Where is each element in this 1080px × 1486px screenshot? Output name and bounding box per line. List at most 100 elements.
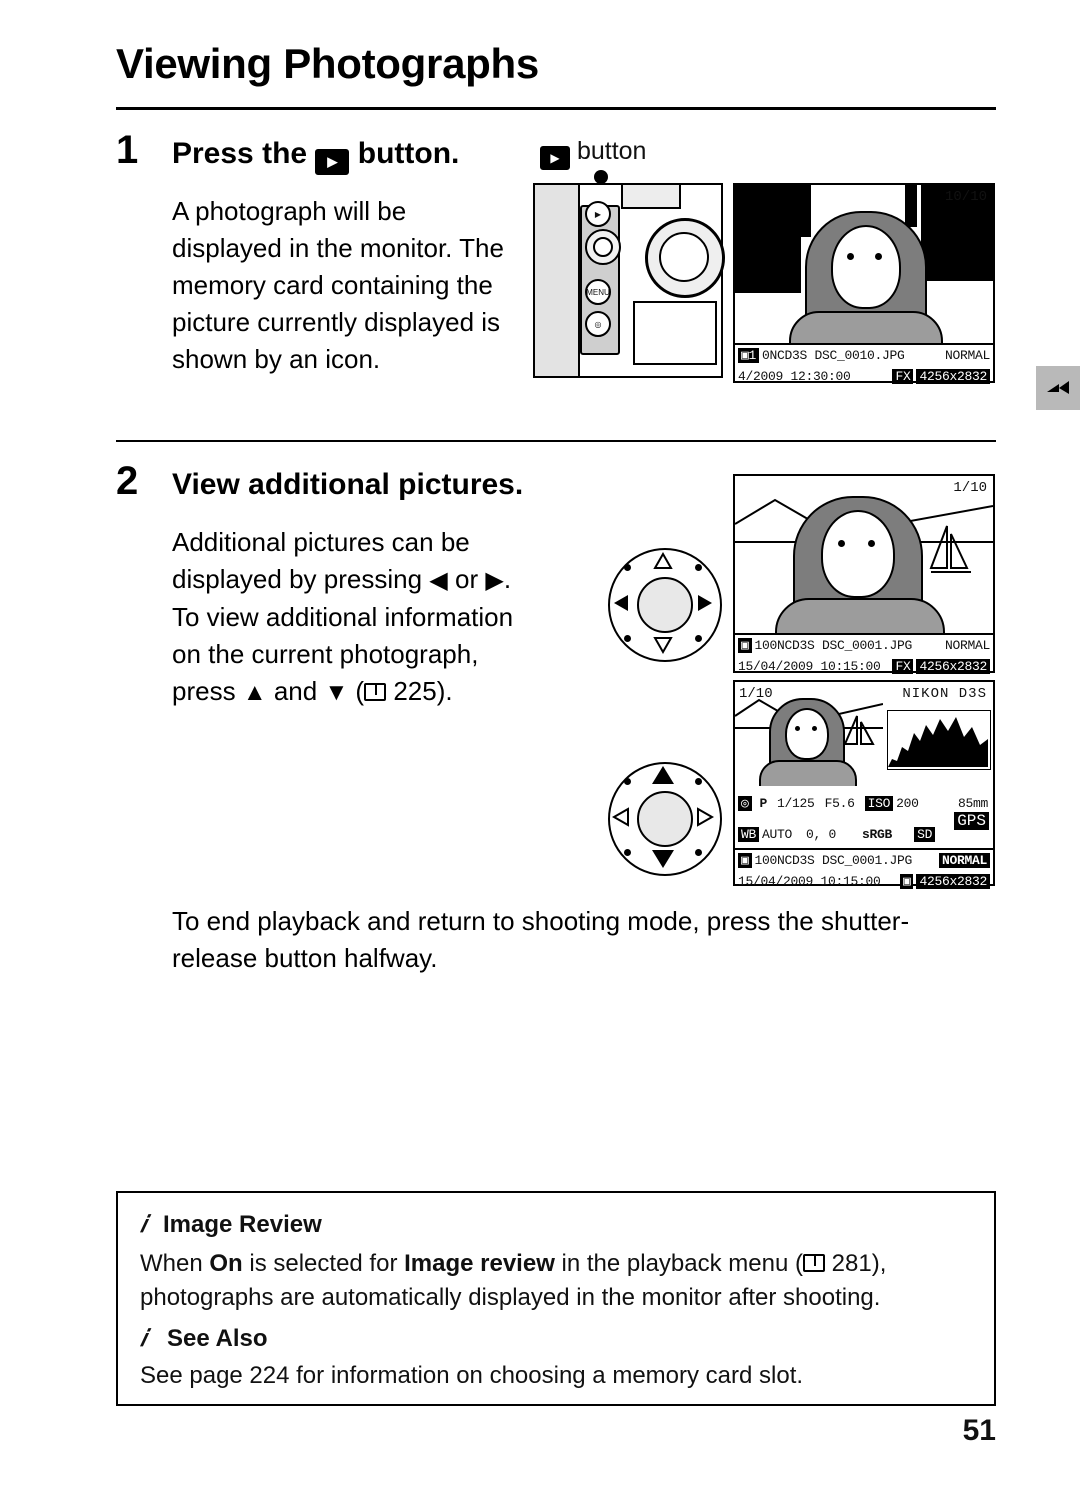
note-2-title: See Also: [167, 1325, 268, 1352]
monitor-2-info-bar: ▣ 100NCD3S DSC_0001.JPG NORMAL 15/04/200…: [735, 633, 993, 674]
step-1-body: A photograph will be displayed in the mo…: [172, 196, 504, 374]
step-1-number: 1: [116, 128, 139, 172]
monitor-3-aperture: F5.6: [824, 796, 855, 811]
monitor-1-frame-counter: 10/10: [944, 189, 987, 205]
monitor-3-image: 1/10 NIKON D3S ◎ P 1/125 F5.6 ISO 200 85…: [735, 682, 993, 848]
step-2-line2-end: .: [503, 564, 512, 594]
up-arrow-icon: ▲: [242, 679, 267, 706]
monitor-2-slot-icon: ▣: [738, 638, 752, 653]
note-1-body: When On is selected for Image review in …: [140, 1247, 972, 1315]
monitor-screenshot-3: 1/10 NIKON D3S ◎ P 1/125 F5.6 ISO 200 85…: [733, 680, 995, 889]
camera-playback-button-icon: ▶: [585, 201, 611, 227]
monitor-2-format-tag: FX: [892, 659, 914, 674]
playback-button-icon-callout: ▶: [540, 146, 570, 170]
camera-illustration: MENU ◎ ▶: [533, 183, 725, 378]
title-divider: [116, 107, 996, 110]
book-reference-icon: [364, 683, 387, 701]
monitor-2-frame-counter: 1/10: [953, 480, 987, 496]
monitor-3-file-info: 100NCD3S DSC_0001.JPG: [754, 853, 913, 868]
monitor-3-date: 15/04/2009 10:15:00: [738, 874, 881, 889]
monitor-1-file-info: 0NCD3S DSC_0010.JPG: [762, 348, 905, 363]
monitor-3-iso: 200: [896, 796, 919, 811]
monitor-3-shutter: 1/125: [777, 796, 815, 811]
monitor-1-slot-icon: ▣1: [738, 348, 760, 363]
step-2-body-line-3: To view additional information: [172, 602, 514, 632]
monitor-3-focal-length: 85mm: [957, 796, 988, 811]
step-1-divider: [116, 440, 996, 442]
page-title: Viewing Photographs: [116, 40, 539, 87]
monitor-3-meter-icon: ◎: [738, 796, 752, 811]
multi-selector-arrows-1: [614, 551, 712, 655]
note-1-text-a: When: [140, 1250, 210, 1277]
step-2-line2-text: displayed by pressing: [172, 564, 423, 594]
monitor-1-format-tag: FX: [892, 369, 914, 384]
monitor-2-size: 4256x2832: [916, 659, 990, 674]
step-1-heading-suffix: button.: [357, 137, 460, 170]
step-2-line5-and: and: [273, 676, 318, 706]
monitor-3-histogram: [887, 710, 991, 770]
monitor-1-info-bar: ▣1 0NCD3S DSC_0010.JPG NORMAL 4/2009 12:…: [735, 343, 993, 384]
monitor-3-quality: NORMAL: [938, 853, 990, 868]
manual-page: Viewing Photographs 1 Press the ▶ button…: [0, 0, 1080, 1486]
note-2-heading: 𝑖 See Also: [140, 1325, 972, 1353]
step-2-heading: View additional pictures.: [172, 468, 524, 501]
note-1-text-d: ),: [871, 1250, 887, 1277]
note-1-on: On: [209, 1250, 243, 1277]
note-1-title: Image Review: [163, 1211, 322, 1238]
monitor-3-frame-counter: 1/10: [739, 686, 773, 702]
step-2-line2-or: or: [454, 564, 479, 594]
camera-left-panel: [533, 183, 580, 378]
monitor-1-size: 4256x2832: [916, 369, 990, 384]
monitor-1-quality: NORMAL: [944, 348, 990, 363]
step-2-line5-text: press: [172, 676, 236, 706]
scene-portrait-1: [735, 185, 993, 343]
pencil-icon: 𝑖: [140, 1212, 147, 1238]
notes-box: 𝑖 Image Review When On is selected for I…: [116, 1191, 996, 1406]
step-1-heading: Press the ▶ button.: [172, 137, 459, 175]
monitor-screenshot-1: 10/10 ▣1 0NCD3S DSC_0010.JPG NORMAL 4/20…: [733, 183, 995, 384]
note-1-line-2: photographs are automatically displayed …: [140, 1284, 881, 1311]
step-2-body-line-2: displayed by pressing ◀ or ▶.: [172, 561, 592, 599]
right-arrow-icon: ▶: [485, 567, 504, 594]
monitor-3-picture-control: SD: [914, 827, 936, 842]
camera-protect-button-icon: ◎: [585, 311, 611, 337]
step-2-number: 2: [116, 459, 139, 503]
monitor-2-quality: NORMAL: [944, 638, 990, 653]
step-2-body-line-5: press ▲ and ▼ ( 225).: [172, 676, 453, 706]
scene-portrait-2: [735, 476, 993, 633]
step-2-body: Additional pictures can be displayed by …: [172, 524, 592, 711]
monitor-screenshot-2: 1/10 ▣ 100NCD3S DSC_0001.JPG NORMAL 15/0…: [733, 474, 995, 674]
step-2-body-line-1: Additional pictures can be: [172, 527, 470, 557]
note-2-body: See page 224 for information on choosing…: [140, 1362, 804, 1389]
camera-prism: [621, 183, 681, 209]
step-2-line5-end: ).: [436, 676, 453, 706]
book-reference-icon-2: [803, 1254, 825, 1272]
closing-paragraph: To end playback and return to shooting m…: [172, 906, 910, 973]
monitor-2-file-info: 100NCD3S DSC_0001.JPG: [754, 638, 913, 653]
multi-selector-horizontal: [608, 548, 722, 662]
monitor-2-image: 1/10: [735, 476, 993, 633]
down-arrow-icon: ▼: [324, 679, 349, 706]
monitor-3-wb-value: AUTO: [762, 827, 793, 842]
step-2-body-line-4: on the current photograph,: [172, 639, 479, 669]
multi-selector-arrows-2: [611, 766, 715, 868]
page-number: 51: [962, 1414, 996, 1447]
monitor-3-iso-label: ISO: [864, 796, 894, 811]
monitor-1-date: 4/2009 12:30:00: [738, 369, 851, 384]
playback-button-icon: ▶: [315, 149, 350, 175]
playback-tab-icon: [1047, 381, 1069, 394]
note-1-item: Image review: [404, 1250, 555, 1277]
note-1-heading: 𝑖 Image Review: [140, 1211, 972, 1239]
camera-mode-dial-inner: [593, 237, 613, 257]
camera-rear-screen: [633, 301, 717, 365]
button-callout: ▶ button: [540, 137, 646, 170]
camera-menu-button-icon: MENU: [585, 279, 611, 305]
monitor-3-size: 4256x2832: [916, 874, 990, 889]
note-1-text-c: in the playback menu (: [554, 1250, 803, 1277]
multi-selector-vertical: [608, 762, 722, 876]
monitor-3-slot-icon: ▣: [738, 853, 752, 868]
monitor-3-colorspace: sRGB: [862, 827, 893, 842]
camera-lens-inner: [659, 232, 709, 282]
monitor-1-image: 10/10: [735, 185, 993, 343]
monitor-3-wb-fine: 0, 0: [806, 827, 837, 842]
